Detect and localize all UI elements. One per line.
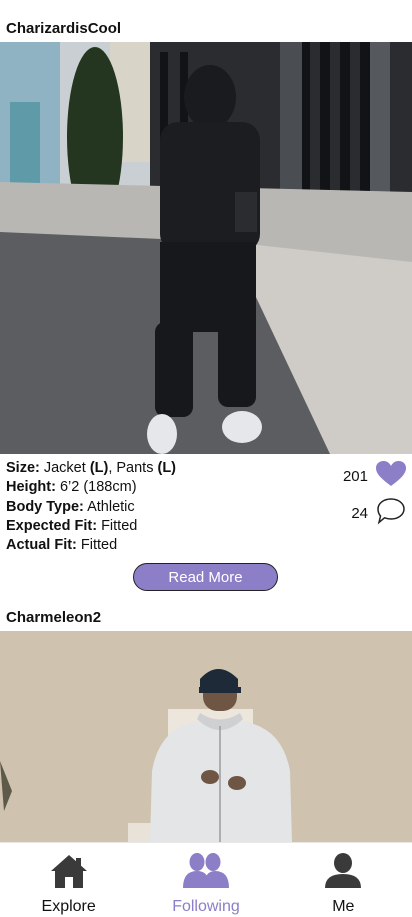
home-icon bbox=[50, 853, 88, 894]
nav-item-following[interactable]: Following bbox=[137, 843, 274, 917]
person-icon bbox=[324, 853, 362, 894]
detail-size: Size: Jacket (L), Pants (L) bbox=[6, 460, 177, 476]
comment-count: 24 bbox=[351, 505, 368, 522]
nav-item-explore[interactable]: Explore bbox=[0, 843, 137, 917]
like-group[interactable]: 201 bbox=[343, 461, 406, 492]
bottom-nav: Explore Following Me bbox=[0, 842, 412, 917]
nav-item-me[interactable]: Me bbox=[275, 843, 412, 917]
people-icon bbox=[182, 853, 230, 894]
nav-label-explore: Explore bbox=[41, 898, 96, 915]
comment-group[interactable]: 24 bbox=[351, 497, 406, 530]
detail-actual-fit: Actual Fit: Fitted bbox=[6, 537, 118, 554]
like-count: 201 bbox=[342, 468, 368, 485]
post-username[interactable]: Charmeleon2 bbox=[6, 609, 101, 626]
post-username[interactable]: CharizardisCool bbox=[6, 20, 121, 37]
comment-bubble-icon[interactable] bbox=[376, 497, 406, 530]
nav-label-following: Following bbox=[172, 898, 240, 915]
heart-icon[interactable] bbox=[376, 461, 406, 492]
detail-expected-fit: Expected Fit: Fitted bbox=[6, 517, 138, 534]
post-details: Size: Jacket (L), Pants (L) Height: 6’2 … bbox=[6, 459, 176, 555]
detail-body-type: Body Type: Athletic bbox=[6, 498, 135, 515]
read-more-button[interactable]: Read More bbox=[133, 563, 278, 591]
post-photo[interactable] bbox=[0, 631, 412, 842]
detail-height: Height: 6’2 (188cm) bbox=[6, 479, 137, 496]
post-photo[interactable] bbox=[0, 42, 412, 454]
nav-label-me: Me bbox=[332, 898, 355, 915]
